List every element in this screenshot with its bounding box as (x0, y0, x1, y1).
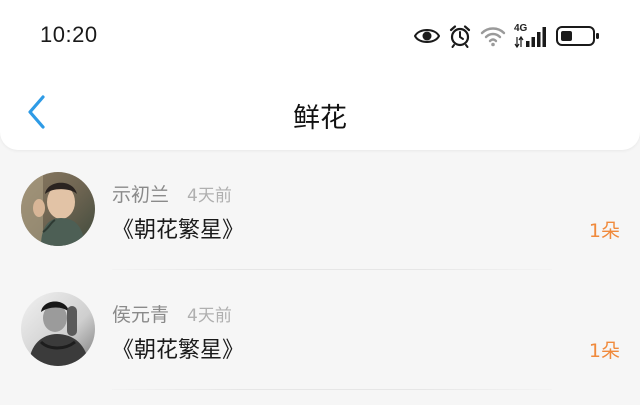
flower-list: 示初兰 4天前 《朝花繁星》 1朵 侯元青 4天前 《朝花繁星》 1朵 (0, 150, 640, 390)
wifi-icon (480, 25, 506, 47)
eye-icon (414, 26, 440, 46)
battery-icon (556, 25, 600, 47)
avatar[interactable] (21, 292, 95, 366)
flowers-screen: 10:20 4G 鲜花 示初兰 4天前 《朝花繁星》 1朵 侯元青 4天前 《朝… (0, 0, 640, 405)
book-title[interactable]: 《朝花繁星》 (112, 212, 244, 244)
list-item[interactable]: 侯元青 4天前 《朝花繁星》 1朵 (0, 270, 640, 390)
book-title[interactable]: 《朝花繁星》 (112, 332, 244, 364)
status-icons: 4G (414, 22, 600, 50)
flower-count: 1朵 (588, 340, 620, 362)
time-ago: 4天前 (187, 186, 232, 206)
meta-line: 示初兰 4天前 (112, 180, 232, 207)
user-name[interactable]: 侯元青 (112, 300, 169, 327)
status-time: 10:20 (40, 22, 98, 47)
divider (112, 389, 552, 390)
time-ago: 4天前 (187, 306, 232, 326)
nav-bar: 鲜花 (0, 80, 640, 150)
avatar[interactable] (21, 172, 95, 246)
status-bar: 10:20 4G (0, 0, 640, 72)
list-item[interactable]: 示初兰 4天前 《朝花繁星》 1朵 (0, 150, 640, 270)
signal-4g-icon: 4G (514, 22, 548, 50)
flower-count: 1朵 (588, 220, 620, 242)
header-card: 10:20 4G 鲜花 (0, 0, 640, 150)
meta-line: 侯元青 4天前 (112, 300, 232, 327)
page-title: 鲜花 (293, 103, 347, 134)
user-name[interactable]: 示初兰 (112, 180, 169, 207)
alarm-icon (448, 24, 472, 48)
